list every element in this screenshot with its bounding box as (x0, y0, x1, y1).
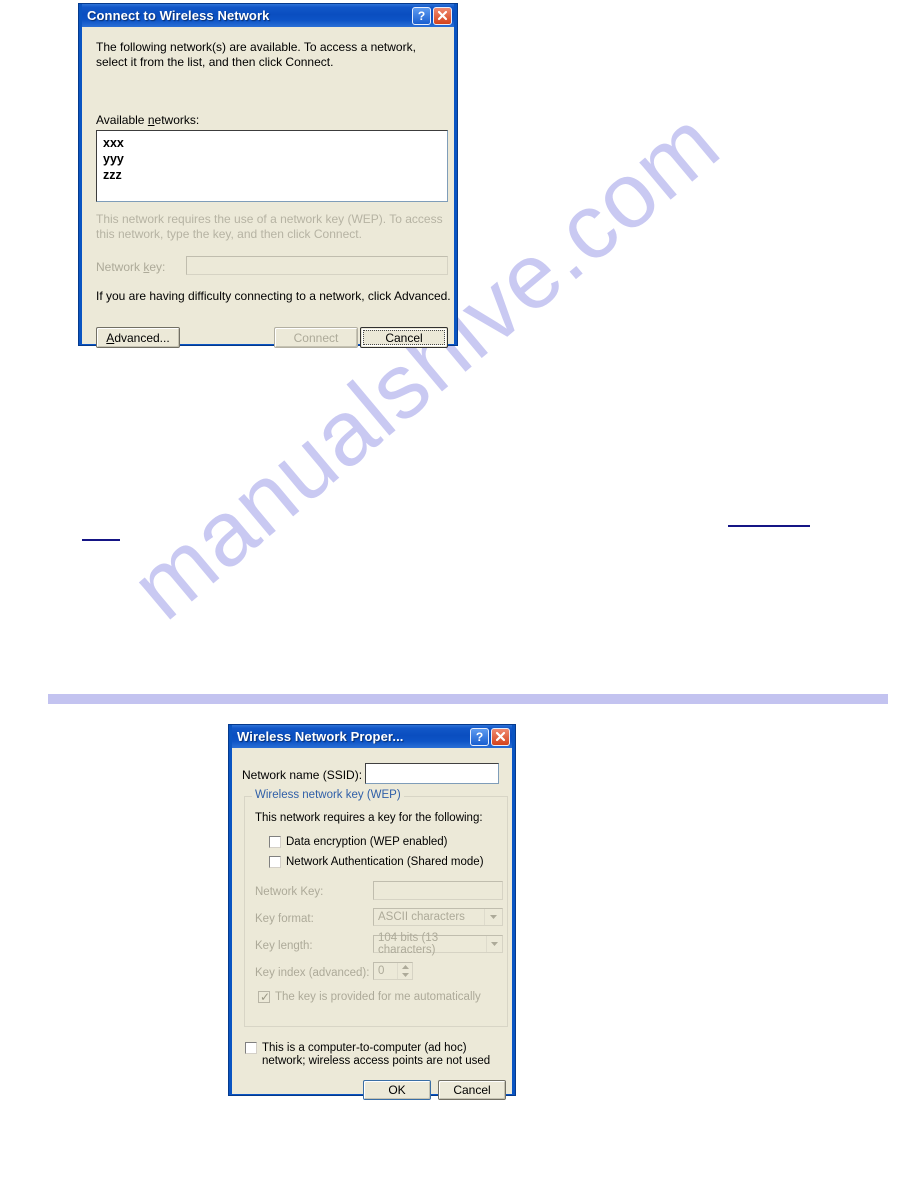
close-icon[interactable] (433, 6, 452, 25)
advanced-help-note: If you are having difficulty connecting … (96, 289, 451, 303)
network-key-label: Network key: (96, 260, 166, 274)
connect-button[interactable]: Connect (274, 327, 358, 348)
empty-link-right[interactable] (728, 525, 810, 527)
network-key-input[interactable] (373, 881, 503, 900)
stepper-arrows[interactable] (397, 963, 412, 979)
key-index-stepper[interactable]: 0 (373, 962, 413, 980)
data-encryption-checkbox[interactable]: Data encryption (WEP enabled) (269, 836, 448, 848)
cancel-button[interactable]: Cancel (438, 1080, 506, 1100)
available-networks-label: Available networks: (96, 113, 200, 127)
ssid-label: Network name (SSID): (242, 768, 363, 782)
auto-key-label: The key is provided for me automatically (275, 991, 481, 1003)
properties-dialog-titlebar[interactable]: Wireless Network Proper... ? (232, 725, 512, 748)
cancel-button-label: Cancel (385, 330, 423, 345)
connect-dialog-titlebar[interactable]: Connect to Wireless Network ? (82, 4, 454, 27)
wireless-network-properties-dialog: Wireless Network Proper... ? Network nam… (228, 724, 516, 1100)
checkbox-box[interactable] (269, 836, 281, 848)
connect-dialog-body: The following network(s) are available. … (82, 27, 454, 348)
document-page: manualshive.com Connect to Wireless Netw… (0, 0, 918, 1188)
chevron-down-icon[interactable] (398, 971, 412, 979)
list-item[interactable]: yyy (103, 151, 441, 167)
help-icon[interactable]: ? (470, 727, 489, 746)
properties-dialog-title: Wireless Network Proper... (237, 729, 404, 744)
wep-requirement-note: This network requires the use of a netwo… (96, 212, 443, 241)
close-icon[interactable] (491, 727, 510, 746)
checkbox-box[interactable]: ✓ (258, 991, 270, 1003)
key-requirement-note: This network requires a key for the foll… (255, 812, 483, 824)
connect-to-wireless-network-dialog: Connect to Wireless Network ? The follow… (78, 3, 458, 348)
help-icon[interactable]: ? (412, 6, 431, 25)
cancel-button[interactable]: Cancel (360, 327, 448, 348)
key-index-value: 0 (378, 965, 385, 977)
properties-dialog-body: Network name (SSID): Wireless network ke… (232, 748, 512, 1100)
wep-key-groupbox: Wireless network key (WEP) This network … (244, 789, 508, 1027)
chevron-up-icon[interactable] (398, 963, 412, 971)
auto-key-checkbox[interactable]: ✓ The key is provided for me automatical… (258, 991, 481, 1003)
network-key-label: Network Key: (255, 886, 324, 898)
key-length-label: Key length: (255, 940, 313, 952)
key-length-value: 104 bits (13 characters) (378, 932, 439, 956)
key-format-select[interactable]: ASCII characters (373, 908, 503, 926)
checkbox-box[interactable] (269, 856, 281, 868)
empty-link-left[interactable] (82, 539, 120, 541)
properties-dialog-caption-buttons: ? (470, 727, 510, 746)
key-format-value: ASCII characters (378, 911, 465, 923)
advanced-button[interactable]: Advanced... (96, 327, 180, 348)
checkbox-box[interactable] (245, 1042, 257, 1054)
wep-group-title: Wireless network key (WEP) (252, 789, 404, 801)
network-key-input[interactable] (186, 256, 448, 275)
network-authentication-label: Network Authentication (Shared mode) (286, 856, 484, 868)
key-format-label: Key format: (255, 913, 314, 925)
ok-button[interactable]: OK (363, 1080, 431, 1100)
key-index-label: Key index (advanced): (255, 967, 370, 979)
network-authentication-checkbox[interactable]: Network Authentication (Shared mode) (269, 856, 484, 868)
adhoc-network-label: This is a computer-to-computer (ad hoc) … (262, 1042, 491, 1067)
connect-dialog-caption-buttons: ? (412, 6, 452, 25)
list-item[interactable]: zzz (103, 167, 441, 183)
connect-intro-text: The following network(s) are available. … (96, 40, 416, 69)
list-item[interactable]: xxx (103, 135, 441, 151)
data-encryption-label: Data encryption (WEP enabled) (286, 836, 448, 848)
check-icon: ✓ (260, 990, 271, 1004)
ssid-input[interactable] (365, 763, 499, 784)
chevron-down-icon[interactable] (484, 909, 502, 925)
available-networks-list[interactable]: xxx yyy zzz (96, 130, 448, 202)
chevron-down-icon[interactable] (485, 936, 502, 952)
connect-dialog-title: Connect to Wireless Network (87, 8, 270, 23)
adhoc-network-checkbox[interactable]: This is a computer-to-computer (ad hoc) … (245, 1042, 507, 1068)
section-divider-band (48, 694, 888, 704)
key-length-select[interactable]: 104 bits (13 characters) (373, 932, 503, 956)
